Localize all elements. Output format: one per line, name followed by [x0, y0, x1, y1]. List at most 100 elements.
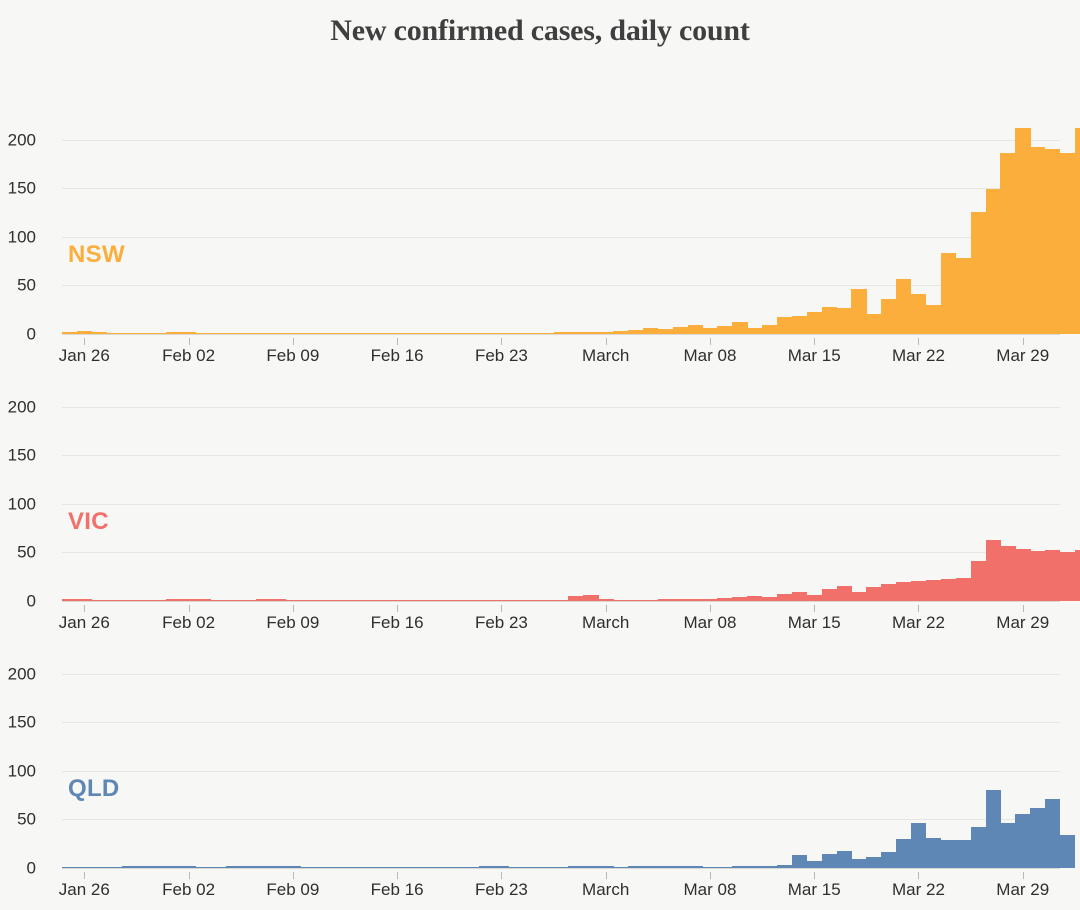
plot-area-vic: 0 50 100 150 200	[8, 392, 1080, 610]
bar	[896, 581, 912, 601]
x-axis-tick-mark	[918, 872, 920, 879]
x-axis-tick-mark	[605, 338, 607, 345]
bar	[776, 594, 793, 601]
x-axis-tick-mark	[1022, 872, 1024, 879]
y-axis-tick-label: 150	[7, 445, 36, 465]
x-axis-tick-mark	[918, 338, 920, 345]
bar	[1045, 550, 1061, 601]
x-axis-tick-label: Mar 29	[996, 346, 1050, 365]
x-axis-tick-label: Feb 09	[266, 880, 320, 899]
bar	[821, 589, 837, 601]
bar	[762, 325, 778, 334]
x-axis-tick-label: Mar 22	[892, 346, 945, 365]
x-axis-tick-label: Feb 02	[162, 613, 216, 632]
x-axis-tick-label: March	[582, 880, 630, 899]
y-axis-tick-label: 0	[26, 324, 36, 344]
x-axis-tick-mark	[1022, 605, 1024, 612]
bar	[955, 839, 971, 868]
bar	[911, 823, 927, 868]
x-axis-tick-mark	[188, 605, 190, 612]
bar	[687, 325, 703, 334]
y-axis-tick-label: 150	[7, 712, 36, 732]
bar	[911, 580, 927, 601]
x-axis-tick-label: March	[582, 346, 630, 365]
chart-figure: New confirmed cases, daily count 0 50 100 1…	[0, 0, 1080, 910]
bar	[985, 539, 1001, 601]
bar	[791, 315, 808, 334]
y-axis-tick-label: 0	[26, 591, 36, 611]
bar	[732, 322, 748, 334]
x-axis-tick-mark	[605, 872, 607, 879]
bar	[940, 578, 957, 601]
x-axis-tick-mark	[918, 605, 920, 612]
x-axis-nsw: Jan 26 Feb 02 Feb 09 Feb 16 Feb 23 March Mar 0…	[58, 334, 1060, 370]
y-axis-tick-label: 200	[7, 664, 36, 684]
bar	[1030, 807, 1046, 868]
bars-qld	[62, 659, 1076, 868]
x-axis-tick-mark	[814, 605, 816, 612]
bar	[866, 313, 882, 334]
x-axis-tick-mark	[84, 872, 86, 879]
x-axis-tick-label: Feb 16	[370, 880, 424, 899]
bar	[1045, 149, 1061, 334]
bar	[940, 839, 957, 868]
x-axis-tick-mark	[292, 338, 294, 345]
bar	[881, 852, 897, 868]
bar	[1015, 813, 1031, 868]
x-axis-tick-mark	[188, 338, 190, 345]
x-axis-tick-mark	[709, 338, 711, 345]
x-axis-tick-mark	[84, 605, 86, 612]
x-axis-tick-label: Feb 09	[266, 346, 320, 365]
bars-nsw	[62, 125, 1080, 334]
bar	[851, 592, 867, 601]
y-axis-tick-label: 150	[7, 178, 36, 198]
x-axis-tick-mark	[292, 872, 294, 879]
bar	[851, 859, 867, 868]
bar	[851, 289, 867, 334]
series-label-nsw: NSW	[68, 241, 125, 268]
plot-area-qld: 0 50 100 150 200	[8, 659, 1076, 877]
x-axis-tick-label: Mar 08	[683, 346, 737, 365]
y-axis-tick-label: 200	[7, 130, 36, 150]
x-axis-tick-mark	[188, 872, 190, 879]
bar	[791, 855, 808, 868]
x-axis-tick-label: Mar 15	[787, 880, 841, 899]
bar	[881, 299, 897, 334]
bar	[896, 278, 912, 334]
x-axis-tick-mark	[84, 338, 86, 345]
bar	[925, 837, 942, 868]
bar	[1060, 552, 1076, 601]
x-axis-tick-mark	[1022, 338, 1024, 345]
page-title: New confirmed cases, daily count	[330, 14, 750, 47]
y-axis-tick-label: 200	[7, 397, 36, 417]
x-axis-tick-label: March	[582, 613, 630, 632]
y-axis-tick-label: 50	[17, 809, 36, 829]
bar	[1074, 127, 1080, 334]
y-axis-tick-label: 100	[7, 761, 36, 781]
bar	[940, 253, 957, 334]
x-axis-tick-label: Feb 02	[162, 346, 216, 365]
plot-area-nsw: 0 50 100 150 200	[8, 125, 1080, 343]
bar	[717, 326, 733, 334]
bar	[1060, 834, 1076, 868]
y-axis-tick-label: 100	[7, 494, 36, 514]
series-label-qld: QLD	[68, 775, 120, 802]
bar	[1060, 153, 1076, 334]
bar	[806, 861, 823, 868]
x-axis-tick-mark	[709, 872, 711, 879]
y-axis-tick-label: 0	[26, 858, 36, 878]
bar	[806, 311, 823, 334]
bar	[1000, 823, 1016, 868]
x-axis-tick-label: Jan 26	[58, 346, 110, 365]
x-axis-tick-mark	[709, 605, 711, 612]
x-axis-tick-label: Mar 22	[892, 880, 945, 899]
x-axis-tick-mark	[501, 338, 503, 345]
x-axis-tick-mark	[501, 605, 503, 612]
bar	[821, 854, 837, 868]
bar	[1000, 545, 1016, 601]
x-axis-tick-label: Feb 09	[266, 613, 320, 632]
x-axis-tick-mark	[397, 605, 399, 612]
x-axis-tick-label: Mar 22	[892, 613, 945, 632]
x-axis-tick-mark	[605, 605, 607, 612]
x-axis-tick-label: Feb 16	[370, 346, 424, 365]
